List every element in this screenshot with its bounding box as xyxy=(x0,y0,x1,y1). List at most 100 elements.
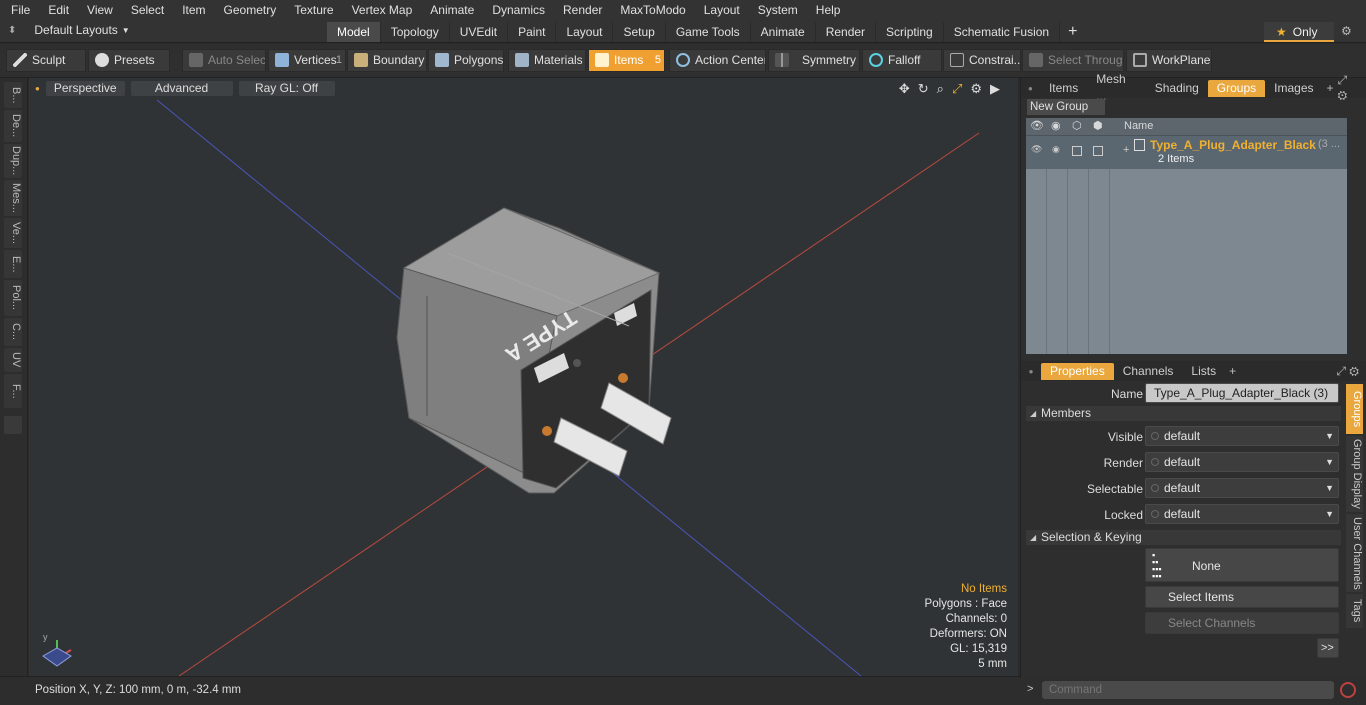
add-tab-button[interactable]: + xyxy=(1225,364,1240,378)
menu-vertex-map[interactable]: Vertex Map xyxy=(341,0,420,21)
left-tab-pol[interactable]: Pol... xyxy=(4,280,22,316)
tab-lists[interactable]: Lists xyxy=(1182,363,1225,380)
menu-animate[interactable]: Animate xyxy=(419,0,481,21)
tab-game-tools[interactable]: Game Tools xyxy=(666,22,751,42)
vertices-button[interactable]: Vertices 1 xyxy=(268,49,346,72)
ray-gl-button[interactable]: Ray GL: Off xyxy=(238,80,335,96)
select-items-button[interactable]: Select Items xyxy=(1145,586,1339,608)
name-field[interactable]: Type_A_Plug_Adapter_Black (3) xyxy=(1145,383,1339,403)
select-through-button[interactable]: Select Through xyxy=(1022,49,1124,72)
menu-edit[interactable]: Edit xyxy=(37,0,76,21)
left-tab-ve[interactable]: Ve... xyxy=(4,218,22,248)
side-tab-tags[interactable]: Tags xyxy=(1346,594,1363,628)
left-tab-uv[interactable]: UV xyxy=(4,348,22,372)
advanced-button[interactable]: Advanced xyxy=(130,80,233,96)
tab-setup[interactable]: Setup xyxy=(613,22,666,42)
command-input[interactable] xyxy=(1042,681,1334,699)
move-icon[interactable]: ✥ xyxy=(899,81,910,97)
layouts-dropdown[interactable]: ⬍ Default Layouts ▼ xyxy=(8,23,130,37)
locked-select[interactable]: default ▼ xyxy=(1145,504,1339,524)
play-icon[interactable]: ▶ xyxy=(990,81,1000,97)
new-group-button[interactable]: New Group xyxy=(1027,99,1105,115)
falloff-button[interactable]: Falloff xyxy=(862,49,942,72)
maximize-icon[interactable]: ⤢ xyxy=(952,81,962,97)
menu-texture[interactable]: Texture xyxy=(283,0,340,21)
side-tab-group-display[interactable]: Group Display xyxy=(1346,436,1363,512)
tab-model[interactable]: Model xyxy=(327,22,381,42)
left-tab-c[interactable]: C... xyxy=(4,318,22,346)
tab-channels[interactable]: Channels xyxy=(1114,363,1183,380)
left-tab-b[interactable]: B... xyxy=(4,82,22,108)
tab-items[interactable]: Items xyxy=(1040,80,1087,97)
tab-topology[interactable]: Topology xyxy=(381,22,450,42)
left-tab-toggle[interactable] xyxy=(4,416,22,434)
menu-item[interactable]: Item xyxy=(171,0,212,21)
constrain-button[interactable]: Constrai... xyxy=(943,49,1021,72)
tab-properties[interactable]: Properties xyxy=(1041,362,1114,380)
menu-dynamics[interactable]: Dynamics xyxy=(481,0,552,21)
menu-select[interactable]: Select xyxy=(120,0,171,21)
expand-icon[interactable]: ⤢ ⚙ xyxy=(1336,364,1366,379)
tab-schematic-fusion[interactable]: Schematic Fusion xyxy=(944,22,1061,42)
props-menu-dot[interactable]: ● xyxy=(1021,367,1041,376)
polygons-button[interactable]: Polygons xyxy=(428,49,504,72)
3d-viewport[interactable]: TYPE A y ● Perspective Advanced Ray GL: … xyxy=(29,78,1018,676)
viewport-menu-dot[interactable]: ● xyxy=(35,84,40,93)
expand-icon[interactable]: + xyxy=(1123,144,1129,156)
keying-none-button[interactable]: ▪ ▪▪ ▪▪▪ ▪▪▪ None xyxy=(1145,548,1339,582)
group-row[interactable]: 👁 ◉ + Type_A_Plug_Adapter_Black (3 ... 2… xyxy=(1026,136,1347,169)
menu-render[interactable]: Render xyxy=(552,0,609,21)
menu-maxtomodo[interactable]: MaxToModo xyxy=(609,0,692,21)
left-tab-de[interactable]: De... xyxy=(4,110,22,142)
select-toggle-icon[interactable] xyxy=(1093,146,1103,156)
items-button[interactable]: Items 5 xyxy=(588,49,665,72)
render-icon[interactable]: ◉ xyxy=(1051,119,1061,132)
gear-icon[interactable]: ⚙ xyxy=(970,81,982,97)
tab-paint[interactable]: Paint xyxy=(508,22,557,42)
materials-button[interactable]: Materials xyxy=(508,49,586,72)
auto-select-button[interactable]: Auto Select xyxy=(182,49,266,72)
add-tab-button[interactable]: + xyxy=(1323,81,1338,95)
visibility-toggle-icon[interactable]: 👁 xyxy=(1031,144,1042,155)
expand-icon[interactable]: ⤢ ⚙ xyxy=(1338,73,1366,103)
menu-file[interactable]: File xyxy=(0,0,37,21)
tab-shading[interactable]: Shading xyxy=(1146,80,1208,97)
more-button[interactable]: >> xyxy=(1317,638,1339,658)
render-select[interactable]: default ▼ xyxy=(1145,452,1339,472)
tab-render[interactable]: Render xyxy=(816,22,877,42)
add-tab-button[interactable]: + xyxy=(1060,22,1085,42)
menu-layout[interactable]: Layout xyxy=(693,0,747,21)
sculpt-button[interactable]: Sculpt xyxy=(6,49,86,72)
side-tab-groups[interactable]: Groups xyxy=(1346,384,1363,434)
gear-icon[interactable]: ⚙ xyxy=(1341,24,1352,38)
eye-icon[interactable]: 👁 xyxy=(1030,119,1044,132)
render-toggle-icon[interactable]: ◉ xyxy=(1052,144,1060,155)
members-section[interactable]: ◢ Members xyxy=(1026,406,1341,421)
record-icon[interactable] xyxy=(1340,682,1356,698)
side-tab-user-channels[interactable]: User Channels xyxy=(1346,514,1363,592)
left-tab-e[interactable]: E... xyxy=(4,250,22,278)
boundary-button[interactable]: Boundary xyxy=(347,49,427,72)
tab-uvedit[interactable]: UVEdit xyxy=(450,22,509,42)
workplane-button[interactable]: WorkPlane xyxy=(1126,49,1212,72)
rotate-icon[interactable]: ↻ xyxy=(918,81,929,97)
menu-system[interactable]: System xyxy=(747,0,805,21)
tab-scripting[interactable]: Scripting xyxy=(876,22,944,42)
presets-button[interactable]: Presets xyxy=(88,49,170,72)
left-tab-mes[interactable]: Mes... xyxy=(4,180,22,216)
symmetry-button[interactable]: Symmetry xyxy=(768,49,860,72)
visible-select[interactable]: default ▼ xyxy=(1145,426,1339,446)
lock-icon[interactable]: ⬡ xyxy=(1072,119,1082,132)
perspective-button[interactable]: Perspective xyxy=(45,80,125,96)
panel-menu-dot[interactable]: ● xyxy=(1021,84,1040,93)
tab-animate[interactable]: Animate xyxy=(751,22,816,42)
selection-keying-section[interactable]: ◢ Selection & Keying xyxy=(1026,530,1341,545)
selectable-select[interactable]: default ▼ xyxy=(1145,478,1339,498)
tab-images[interactable]: Images xyxy=(1265,80,1322,97)
menu-view[interactable]: View xyxy=(76,0,120,21)
select-icon[interactable]: ⬢ xyxy=(1093,119,1103,132)
tab-groups[interactable]: Groups xyxy=(1207,79,1266,97)
lock-toggle-icon[interactable] xyxy=(1072,146,1082,156)
menu-geometry[interactable]: Geometry xyxy=(213,0,284,21)
left-tab-f[interactable]: F... xyxy=(4,374,22,408)
